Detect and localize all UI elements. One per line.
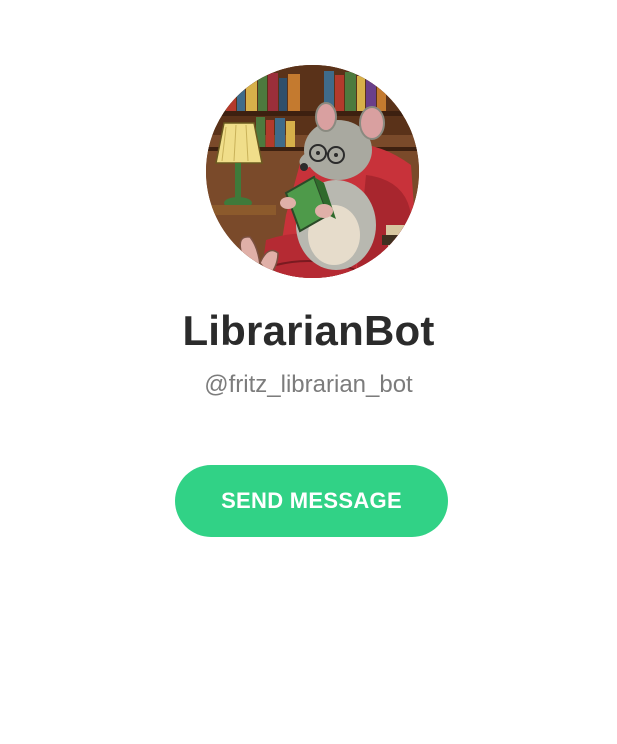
bot-username: @fritz_librarian_bot <box>204 371 413 398</box>
mouse-reading-book-icon <box>206 65 419 278</box>
bot-profile: LibrarianBot @fritz_librarian_bot SEND M… <box>0 0 617 744</box>
send-message-button[interactable]: SEND MESSAGE <box>175 465 448 537</box>
bot-avatar <box>206 65 419 278</box>
bot-name: LibrarianBot <box>182 307 435 354</box>
